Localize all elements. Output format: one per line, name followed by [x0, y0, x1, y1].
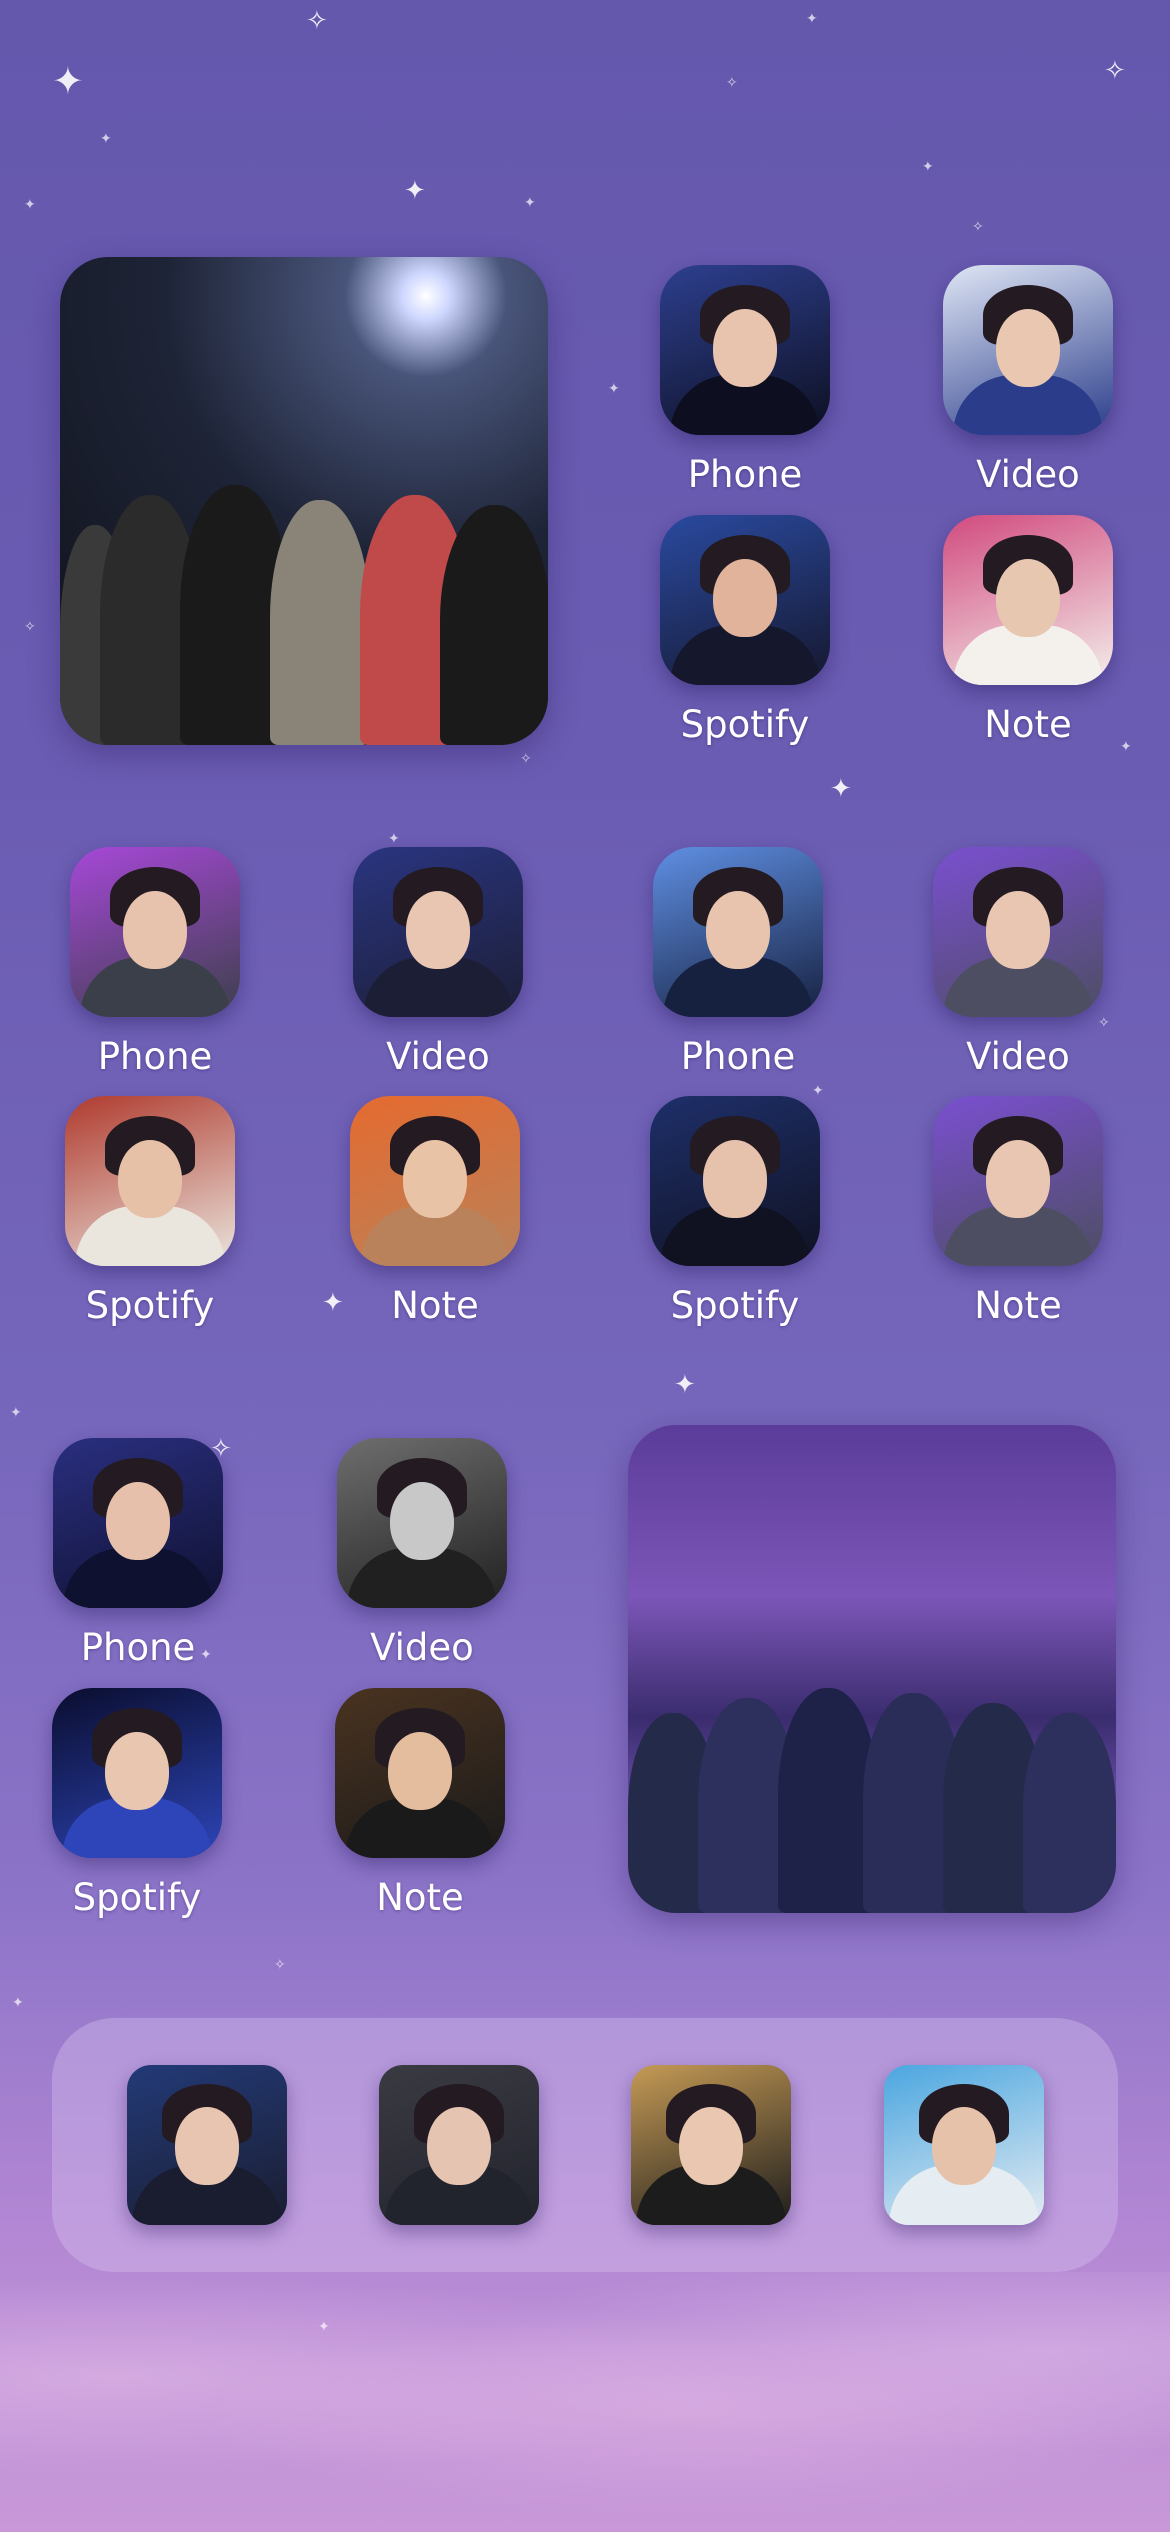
app-label: Note: [974, 1284, 1062, 1327]
sparkle-icon: ✦: [674, 1370, 696, 1400]
app-label: Spotify: [72, 1876, 202, 1919]
dock-photo-app-icon[interactable]: [884, 2065, 1044, 2225]
sparkle-icon: ✦: [404, 176, 426, 206]
photo-app-icon[interactable]: [353, 847, 523, 1017]
photo-app-icon[interactable]: [650, 1096, 820, 1266]
app-video[interactable]: Video: [353, 847, 523, 1078]
photo-app-icon[interactable]: [70, 847, 240, 1017]
group-photo-widget[interactable]: [60, 257, 548, 745]
sparkle-icon: ✦: [830, 774, 852, 804]
photo-app-icon[interactable]: [335, 1688, 505, 1858]
photo-app-icon[interactable]: [65, 1096, 235, 1266]
app-label: Video: [386, 1035, 490, 1078]
sparkle-icon: ✧: [306, 6, 328, 36]
photo-app-icon[interactable]: [52, 1688, 222, 1858]
sparkle-icon: ✦: [806, 11, 818, 27]
sparkle-icon: ✦: [100, 131, 112, 147]
app-spotify[interactable]: Spotify: [660, 515, 830, 746]
cloud-layer: [0, 2272, 1170, 2532]
app-phone[interactable]: Phone: [660, 265, 830, 496]
app-label: Note: [984, 703, 1072, 746]
group-photo-widget[interactable]: [628, 1425, 1116, 1913]
app-video[interactable]: Video: [933, 847, 1103, 1078]
dock-photo-app-icon[interactable]: [127, 2065, 287, 2225]
sparkle-icon: ✦: [10, 1405, 22, 1421]
app-label: Phone: [680, 1035, 796, 1078]
sparkle-icon: ✦: [52, 59, 84, 103]
app-note[interactable]: Note: [350, 1096, 520, 1327]
widget-photo: [628, 1630, 1116, 1913]
sparkle-icon: ✧: [24, 619, 36, 635]
app-label: Note: [391, 1284, 479, 1327]
app-phone[interactable]: Phone: [53, 1438, 223, 1669]
photo-app-icon[interactable]: [933, 847, 1103, 1017]
app-note[interactable]: Note: [335, 1688, 505, 1919]
app-label: Spotify: [85, 1284, 215, 1327]
sparkle-icon: ✦: [608, 381, 620, 397]
sparkle-icon: ✧: [726, 75, 738, 91]
widget-photo: [60, 462, 548, 745]
photo-app-icon[interactable]: [660, 515, 830, 685]
app-label: Video: [976, 453, 1080, 496]
sparkle-icon: ✦: [388, 831, 400, 847]
sparkle-icon: ✧: [520, 751, 532, 767]
sparkle-icon: ✧: [274, 1957, 286, 1973]
app-video[interactable]: Video: [943, 265, 1113, 496]
sparkle-icon: ✦: [922, 159, 934, 175]
app-label: Phone: [97, 1035, 213, 1078]
photo-app-icon[interactable]: [653, 847, 823, 1017]
app-phone[interactable]: Phone: [70, 847, 240, 1078]
app-label: Video: [966, 1035, 1070, 1078]
sparkle-icon: ✧: [1104, 56, 1126, 86]
app-spotify[interactable]: Spotify: [65, 1096, 235, 1327]
sparkle-icon: ✧: [972, 219, 984, 235]
app-label: Video: [370, 1626, 474, 1669]
photo-app-icon[interactable]: [933, 1096, 1103, 1266]
dock: [52, 2018, 1118, 2272]
dock-photo-app-icon[interactable]: [631, 2065, 791, 2225]
app-note[interactable]: Note: [933, 1096, 1103, 1327]
sparkle-icon: ✦: [24, 197, 36, 213]
app-phone[interactable]: Phone: [653, 847, 823, 1078]
photo-app-icon[interactable]: [53, 1438, 223, 1608]
sparkle-icon: ✦: [12, 1995, 24, 2011]
app-label: Note: [376, 1876, 464, 1919]
photo-app-icon[interactable]: [660, 265, 830, 435]
app-video[interactable]: Video: [337, 1438, 507, 1669]
dock-photo-app-icon[interactable]: [379, 2065, 539, 2225]
photo-app-icon[interactable]: [350, 1096, 520, 1266]
sparkle-icon: ✦: [524, 195, 536, 211]
app-label: Phone: [80, 1626, 196, 1669]
app-spotify[interactable]: Spotify: [650, 1096, 820, 1327]
photo-app-icon[interactable]: [943, 265, 1113, 435]
app-label: Spotify: [670, 1284, 800, 1327]
app-label: Spotify: [680, 703, 810, 746]
app-label: Phone: [687, 453, 803, 496]
app-note[interactable]: Note: [943, 515, 1113, 746]
photo-app-icon[interactable]: [337, 1438, 507, 1608]
photo-app-icon[interactable]: [943, 515, 1113, 685]
app-spotify[interactable]: Spotify: [52, 1688, 222, 1919]
